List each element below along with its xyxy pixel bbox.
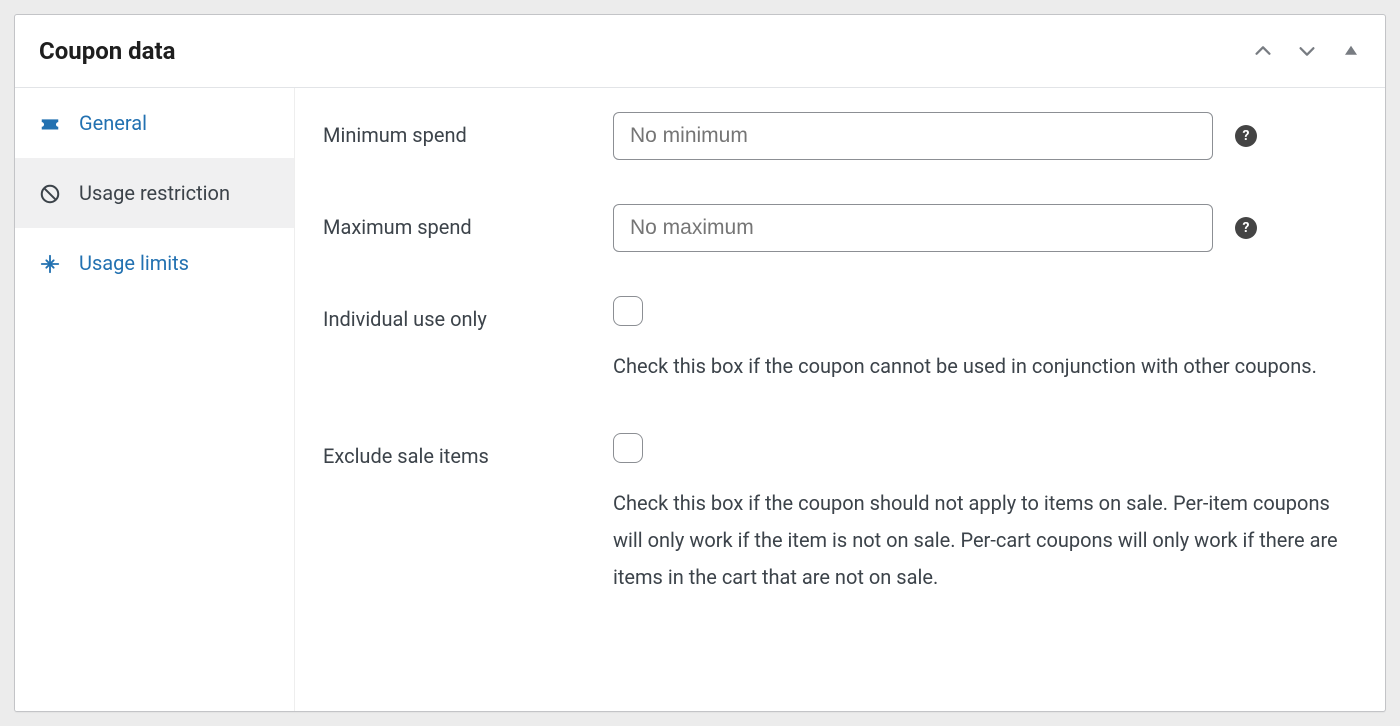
exclude-sale-items-checkbox[interactable] — [613, 433, 643, 463]
field-label: Maximum spend — [323, 204, 613, 242]
form-content: Minimum spend ? Maximum spend ? — [295, 88, 1385, 711]
field-description: Check this box if the coupon cannot be u… — [613, 348, 1353, 385]
field-minimum-spend: Minimum spend ? — [323, 112, 1357, 160]
coupon-data-panel: Coupon data General — [14, 14, 1386, 712]
move-up-button[interactable] — [1251, 39, 1275, 63]
field-label: Minimum spend — [323, 112, 613, 150]
arrows-collapse-icon — [39, 253, 61, 275]
tab-general[interactable]: General — [15, 88, 294, 158]
block-icon — [39, 183, 61, 205]
tab-label: Usage restriction — [79, 180, 230, 206]
help-icon[interactable]: ? — [1235, 217, 1257, 239]
panel-controls — [1251, 39, 1363, 63]
collapse-panel-button[interactable] — [1339, 39, 1363, 63]
field-individual-use: Individual use only Check this box if th… — [323, 296, 1357, 385]
individual-use-checkbox[interactable] — [613, 296, 643, 326]
field-description: Check this box if the coupon should not … — [613, 485, 1353, 596]
field-maximum-spend: Maximum spend ? — [323, 204, 1357, 252]
field-label: Individual use only — [323, 296, 613, 334]
move-down-button[interactable] — [1295, 39, 1319, 63]
panel-header: Coupon data — [15, 15, 1385, 88]
minimum-spend-input[interactable] — [613, 112, 1213, 160]
maximum-spend-input[interactable] — [613, 204, 1213, 252]
sidebar: General Usage restriction Usage limits — [15, 88, 295, 711]
tab-usage-restriction[interactable]: Usage restriction — [15, 158, 294, 228]
tab-usage-limits[interactable]: Usage limits — [15, 228, 294, 298]
panel-title: Coupon data — [39, 33, 175, 69]
tab-label: Usage limits — [79, 250, 189, 276]
tab-label: General — [79, 110, 147, 136]
help-icon[interactable]: ? — [1235, 125, 1257, 147]
field-exclude-sale-items: Exclude sale items Check this box if the… — [323, 433, 1357, 596]
field-label: Exclude sale items — [323, 433, 613, 471]
ticket-icon — [39, 113, 61, 135]
